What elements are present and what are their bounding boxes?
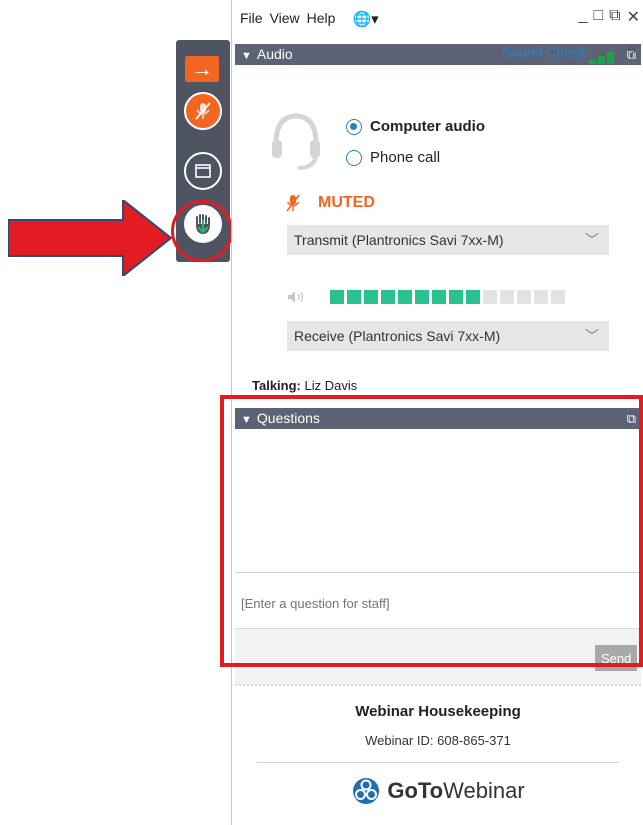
muted-label: MUTED — [318, 194, 375, 211]
level-segment — [534, 290, 548, 304]
footer-title: Webinar Housekeeping — [355, 703, 521, 720]
window-icon — [195, 164, 211, 178]
computer-audio-label: Computer audio — [370, 118, 485, 135]
mic-muted-icon — [286, 194, 300, 212]
questions-section-header[interactable]: ▼ Questions ⧉ — [235, 408, 641, 429]
arrow-right-icon: → — [191, 56, 213, 81]
receive-device-select[interactable]: Receive (Plantronics Savi 7xx-M) ﹀ — [287, 321, 609, 351]
transmit-device-select[interactable]: Transmit (Plantronics Savi 7xx-M) ﹀ — [287, 225, 609, 255]
globe-icon[interactable]: 🌐▾ — [352, 10, 378, 28]
talking-indicator: Talking: Liz Davis — [252, 378, 357, 393]
webinar-control-panel: File View Help 🌐▾ _ □ ⧉ ✕ ▼ Audio ⧉ Sound… — [231, 0, 643, 825]
level-segment — [381, 290, 395, 304]
level-segment — [415, 290, 429, 304]
mute-toggle-button[interactable] — [184, 92, 222, 130]
chevron-down-icon: ﹀ — [585, 232, 599, 248]
muted-indicator: MUTED — [286, 194, 375, 212]
minimize-button[interactable]: _ — [579, 7, 588, 27]
level-segment — [398, 290, 412, 304]
sound-check-link[interactable]: Sound Check — [502, 44, 586, 60]
phone-call-label: Phone call — [370, 149, 441, 166]
questions-footer: Send — [235, 628, 641, 685]
audio-header-label: Audio — [256, 46, 293, 62]
talking-name: Liz Davis — [304, 378, 358, 393]
popout-icon[interactable]: ⧉ — [627, 408, 636, 429]
logo-webinar-text: Webinar — [443, 778, 525, 803]
level-segment — [432, 290, 446, 304]
level-segment — [551, 290, 565, 304]
popout-button[interactable]: ⧉ — [609, 7, 620, 27]
level-segment — [466, 290, 480, 304]
expand-panel-button[interactable]: → — [185, 56, 219, 82]
level-segment — [449, 290, 463, 304]
talking-label: Talking: — [252, 378, 301, 393]
collapse-triangle-icon[interactable]: ▼ — [241, 50, 252, 62]
question-input[interactable] — [239, 578, 639, 628]
level-segment — [483, 290, 497, 304]
collapse-triangle-icon[interactable]: ▼ — [241, 414, 252, 426]
footer-divider — [257, 762, 619, 763]
radio-phone-call[interactable] — [346, 149, 362, 166]
menu-help[interactable]: Help — [307, 10, 336, 28]
speaker-level-row — [286, 290, 565, 304]
level-segment — [347, 290, 361, 304]
restore-button[interactable]: □ — [593, 7, 603, 27]
webinar-id: Webinar ID: 608-865-371 — [365, 733, 511, 748]
questions-header-label: Questions — [256, 410, 320, 426]
send-button[interactable]: Send — [595, 645, 637, 671]
chevron-down-icon: ﹀ — [585, 328, 599, 344]
resize-grip[interactable] — [235, 684, 641, 686]
signal-strength-icon — [589, 52, 614, 64]
level-segment — [364, 290, 378, 304]
gotowebinar-logo-icon — [353, 778, 380, 804]
radio-computer-audio[interactable] — [346, 118, 362, 135]
menu-view[interactable]: View — [270, 10, 300, 28]
gotowebinar-logo: GoTo Webinar — [232, 776, 643, 806]
audio-level-meter — [330, 290, 565, 304]
receive-device-value: Receive (Plantronics Savi 7xx-M) — [294, 328, 501, 344]
window-toggle-button[interactable] — [184, 152, 222, 190]
annotation-arrow-icon — [8, 200, 173, 276]
transmit-device-value: Transmit (Plantronics Savi 7xx-M) — [294, 232, 504, 248]
phone-call-option[interactable]: Phone call — [346, 149, 440, 166]
annotation-circle — [171, 200, 233, 262]
questions-divider — [235, 572, 641, 573]
level-segment — [517, 290, 531, 304]
level-segment — [500, 290, 514, 304]
audio-help-button[interactable]: ? — [627, 45, 636, 63]
close-button[interactable]: ✕ — [627, 7, 640, 27]
level-segment — [330, 290, 344, 304]
speaker-icon — [288, 291, 304, 303]
window-controls: _ □ ⧉ ✕ — [579, 7, 640, 27]
questions-log — [235, 432, 641, 572]
logo-goto-text: GoTo — [387, 778, 444, 803]
mic-muted-icon — [195, 102, 211, 120]
computer-audio-option[interactable]: Computer audio — [346, 118, 485, 135]
menu-file[interactable]: File — [240, 10, 263, 28]
menu-bar: File View Help 🌐▾ — [240, 10, 379, 28]
headset-icon — [272, 113, 320, 170]
